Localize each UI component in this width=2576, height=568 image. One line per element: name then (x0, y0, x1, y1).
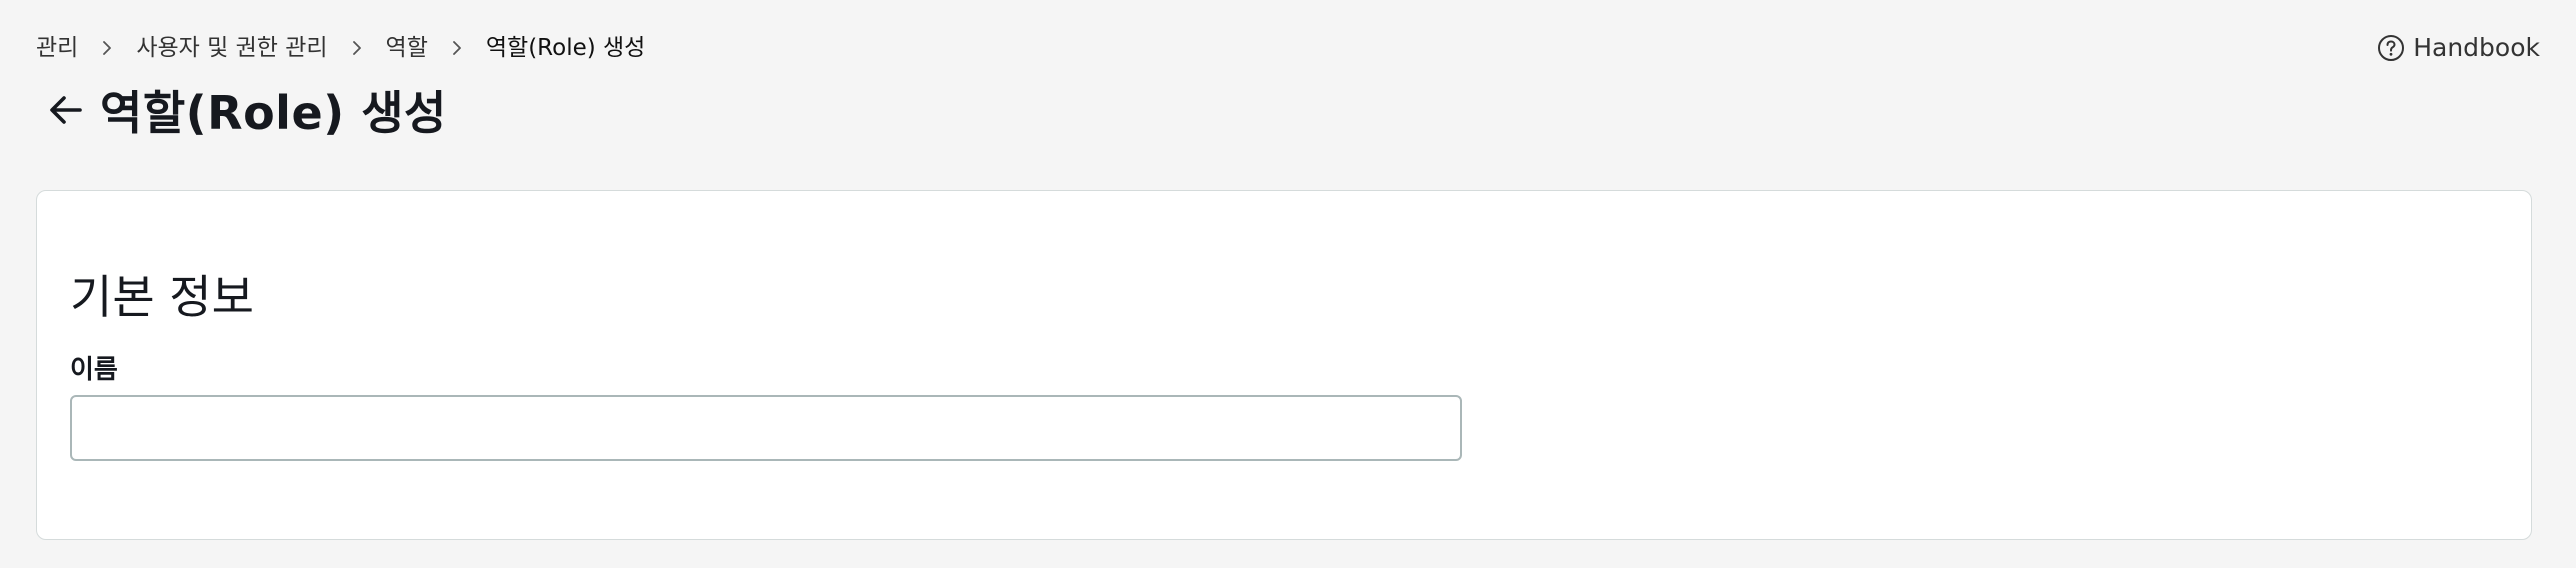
back-button[interactable] (44, 88, 88, 132)
breadcrumb-item-user-permission[interactable]: 사용자 및 권한 관리 (136, 32, 327, 64)
breadcrumb: 관리 사용자 및 권한 관리 역할 역할(Role) 생성 (36, 32, 2540, 64)
section-title: 기본 정보 (70, 270, 254, 324)
top-bar: 관리 사용자 및 권한 관리 역할 역할(Role) 생성 Handbook (36, 32, 2540, 64)
arrow-left-icon (50, 96, 82, 124)
handbook-label: Handbook (2413, 33, 2540, 62)
chevron-right-icon (100, 41, 114, 55)
chevron-right-icon (450, 41, 464, 55)
name-input[interactable] (70, 395, 1462, 461)
breadcrumb-item-current: 역할(Role) 생성 (485, 35, 646, 61)
breadcrumb-item-admin[interactable]: 관리 (36, 32, 78, 64)
help-circle-icon (2377, 34, 2405, 62)
name-field-label: 이름 (70, 355, 118, 385)
page-header: 역할(Role) 생성 (44, 82, 447, 140)
basic-info-card: 기본 정보 이름 (36, 190, 2532, 540)
handbook-link[interactable]: Handbook (2377, 32, 2540, 64)
chevron-right-icon (350, 41, 364, 55)
page-title: 역할(Role) 생성 (100, 86, 447, 140)
breadcrumb-item-roles[interactable]: 역할 (386, 32, 428, 64)
